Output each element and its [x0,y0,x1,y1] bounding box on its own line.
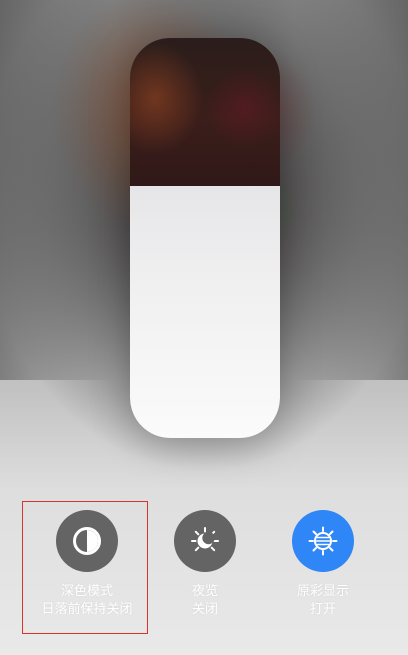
dark-mode-label: 深色模式 日落前保持关闭 [22,583,152,619]
night-shift-label: 夜览 关闭 [140,583,270,619]
brightness-slider[interactable] [130,38,280,438]
true-tone-status: 打开 [309,602,336,617]
half-circle-icon [73,527,101,555]
true-tone-sun-icon [308,526,338,556]
true-tone-label: 原彩显示 打开 [258,583,388,619]
true-tone-toggle[interactable]: 原彩显示 打开 [258,510,388,619]
true-tone-title: 原彩显示 [296,584,349,599]
dark-mode-toggle[interactable]: 深色模式 日落前保持关闭 [22,510,152,619]
night-shift-button[interactable] [174,510,236,572]
dark-mode-button[interactable] [56,510,118,572]
true-tone-button[interactable] [292,510,354,572]
sun-moon-icon [191,527,219,552]
slider-track [130,38,280,188]
dark-mode-status: 日落前保持关闭 [41,602,133,617]
night-shift-title: 夜览 [191,584,218,599]
brightness-fill [130,186,280,438]
night-shift-toggle[interactable]: 夜览 关闭 [140,510,270,619]
dark-mode-title: 深色模式 [60,584,113,599]
night-shift-status: 关闭 [191,602,218,617]
display-toggle-row: 深色模式 日落前保持关闭 夜览 关闭 原彩显示 打开 [0,510,408,620]
